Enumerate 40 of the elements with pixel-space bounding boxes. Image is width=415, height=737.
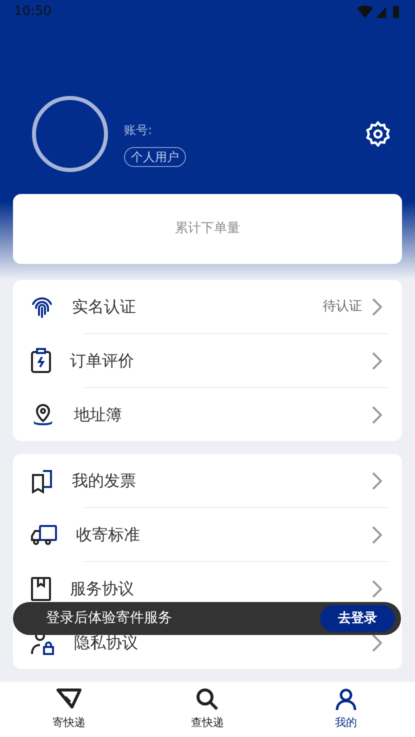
chevron-right-icon [372,352,382,370]
chevron-right-icon [372,526,382,544]
chevron-right-icon [372,580,382,598]
ticket-icon [30,468,54,494]
menu-label: 服务协议 [70,578,135,600]
verification-status: 待认证 [323,298,362,316]
menu-label: 收寄标准 [76,524,141,546]
fingerprint-icon [30,294,54,318]
menu-label: 我的发票 [72,470,137,492]
chevron-right-icon [372,298,382,316]
search-icon [195,687,220,712]
menu-label: 隐私协议 [74,632,139,654]
status-time: 10:50 [14,3,52,22]
menu-item[interactable]: 收寄标准 [13,508,402,561]
snackbar-message: 登录后体验寄件服务 [46,609,172,628]
book-icon [30,576,52,602]
nav-tab[interactable]: 我的 [276,682,415,737]
user-type-tag: 个人用户 [124,146,186,166]
settings-icon[interactable] [365,121,391,147]
status-icons-drawing [357,5,401,19]
menu-item[interactable]: 实名认证 待认证 [13,280,402,333]
avatar-circle[interactable] [32,96,108,172]
send-icon [56,687,82,712]
login-button[interactable]: 去登录 [320,605,395,632]
menu-label: 地址簿 [74,404,123,426]
order-count-label: 累计下单量 [175,220,240,238]
person-icon [334,687,358,712]
chevron-right-icon [372,406,382,424]
nav-tab[interactable]: 寄快递 [0,682,138,737]
nav-tab[interactable]: 查快递 [138,682,277,737]
menu-label: 实名认证 [72,296,137,318]
truck-icon [30,522,58,546]
menu-label: 订单评价 [70,350,135,372]
menu-item[interactable]: 订单评价 [13,334,402,387]
account-label: 账号: [124,122,152,136]
clipboard-icon [30,348,52,374]
chevron-right-icon [372,472,382,490]
menu-item[interactable]: 我的发票 [13,454,402,507]
menu-item[interactable]: 地址簿 [13,388,402,441]
chevron-right-icon [372,634,382,652]
